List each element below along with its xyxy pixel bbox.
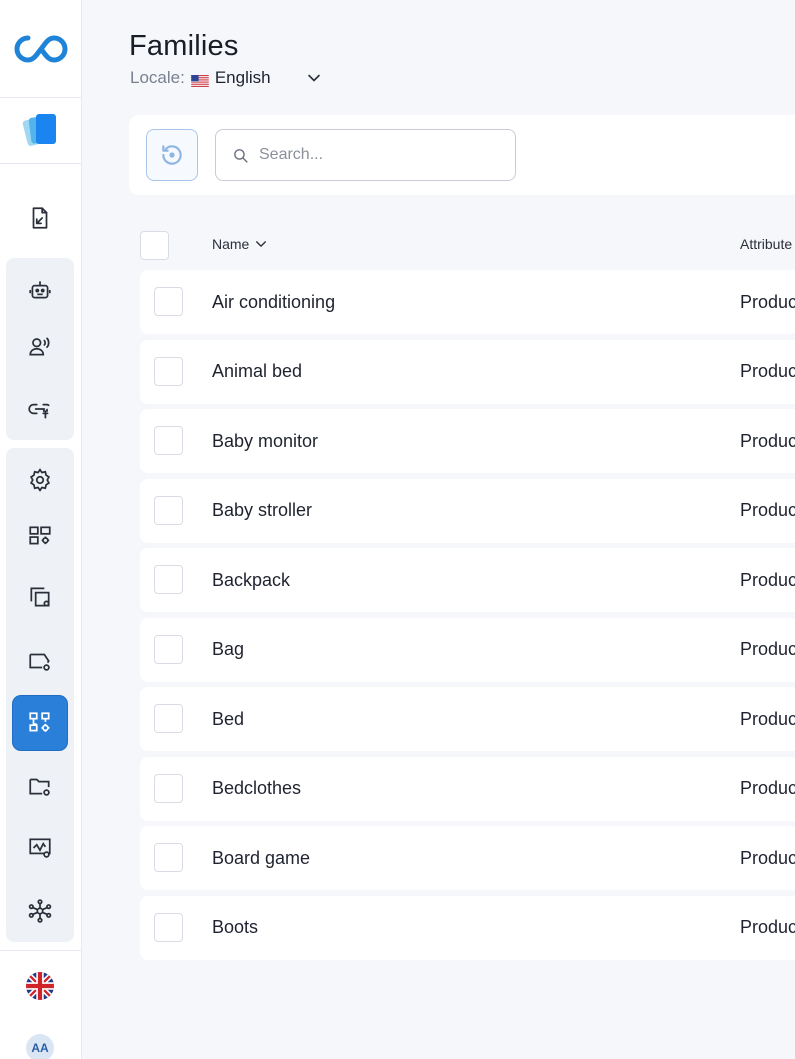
row-name: Board game [212,847,311,868]
row-name: Backpack [212,569,291,590]
row-name: Bag [212,639,245,659]
grid-settings-icon[interactable] [13,509,67,563]
voice-user-icon[interactable] [13,319,67,373]
chevron-down-icon [256,241,267,247]
table-row[interactable]: Bag Product [140,617,795,682]
table-row[interactable]: Bedclothes Product [140,756,795,821]
row-attribute: Product [740,430,795,451]
row-checkbox[interactable] [154,356,183,386]
row-attribute: Product [740,291,795,312]
locale-selector[interactable]: Locale: English [130,67,321,89]
main-content: Families Locale: English Search... Name … [82,0,795,1059]
row-checkbox[interactable] [154,634,183,664]
hierarchy-settings-icon[interactable] [13,696,67,750]
toolbar [129,115,795,195]
history-reset-icon [162,145,182,165]
sidebar: AA [0,0,82,1059]
row-name: Bed [212,708,245,729]
table-row[interactable]: Bed Product [140,687,795,751]
page-title: Families [129,30,239,62]
row-attribute: Product [740,569,795,590]
table-row[interactable]: Baby stroller Product [140,478,795,543]
sidebar-divider [0,950,81,951]
row-attribute: Product [740,500,795,520]
row-attribute: Product [740,361,795,381]
row-name: Bedclothes [212,778,302,798]
cards-app-icon[interactable] [0,98,81,164]
table-row[interactable]: Baby monitor Product [140,409,795,473]
robot-icon[interactable] [13,263,67,317]
row-checkbox[interactable] [154,426,183,455]
row-name: Baby stroller [212,500,313,520]
column-header-name-label: Name [212,236,250,252]
row-checkbox[interactable] [154,912,183,942]
row-name: Air conditioning [212,291,336,312]
row-checkbox[interactable] [154,843,183,872]
row-checkbox[interactable] [154,495,183,525]
chart-settings-icon[interactable] [13,821,67,875]
reset-filters-button[interactable] [146,129,198,181]
network-icon[interactable] [13,884,67,938]
file-import-icon[interactable] [13,191,67,245]
folder-settings-icon[interactable] [13,759,67,813]
table-row[interactable]: Backpack Product [140,548,795,612]
row-name: Animal bed [212,361,303,381]
row-name: Boots [212,917,259,937]
table-body: Air conditioning Product Animal bed Prod… [140,270,795,965]
uk-flag-icon[interactable] [26,972,54,1000]
search-input[interactable] [259,146,499,164]
row-checkbox[interactable] [154,287,183,316]
search-box[interactable] [215,129,516,181]
select-all-checkbox[interactable] [140,230,169,260]
row-attribute: Product [740,847,795,868]
locale-label: Locale: [130,68,185,87]
row-attribute: Product [740,917,795,937]
column-header-name[interactable]: Name [212,236,267,252]
row-checkbox[interactable] [154,565,183,594]
row-attribute: Product [740,639,795,659]
us-flag-icon [191,72,209,87]
infinity-logo-icon[interactable] [0,0,81,98]
row-attribute: Product [740,778,795,798]
table-row[interactable]: Animal bed Product [140,339,795,404]
table-row[interactable]: Air conditioning Product [140,270,795,334]
gear-icon[interactable] [13,453,67,507]
plug-link-icon[interactable] [13,382,67,436]
search-icon [234,148,248,163]
avatar[interactable]: AA [26,1034,54,1059]
table-row[interactable]: Board game Product [140,826,795,890]
chevron-down-icon[interactable] [307,71,321,85]
locale-value: English [214,68,271,87]
row-attribute: Product [740,708,795,729]
row-checkbox[interactable] [154,704,183,733]
tag-settings-icon[interactable] [13,634,67,688]
row-checkbox[interactable] [154,773,183,803]
row-name: Baby monitor [212,430,319,451]
table-row[interactable]: Boots Product [140,895,795,960]
table-header: Name Attribute [140,228,795,262]
copy-settings-icon[interactable] [13,570,67,624]
column-header-attribute[interactable]: Attribute [740,236,792,252]
